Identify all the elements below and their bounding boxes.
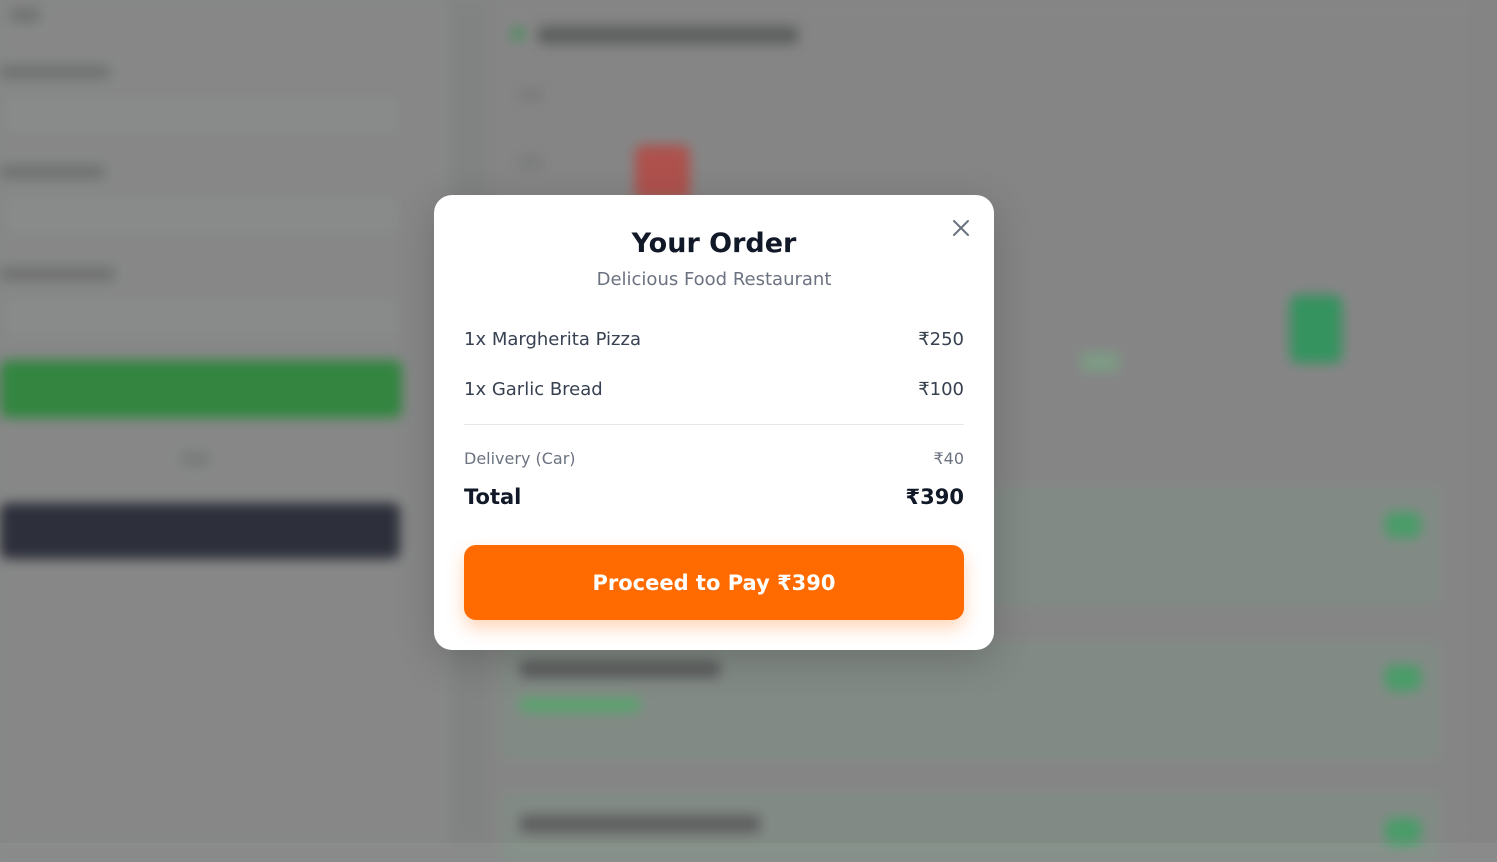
total-label: Total — [464, 485, 522, 509]
divider — [464, 424, 964, 425]
order-item-row: 1x Margherita Pizza ₹250 — [464, 329, 964, 350]
proceed-to-pay-button[interactable]: Proceed to Pay ₹390 — [464, 545, 964, 620]
total-row: Total ₹390 — [464, 485, 964, 509]
total-price: ₹390 — [905, 485, 964, 509]
order-item-row: 1x Garlic Bread ₹100 — [464, 379, 964, 400]
order-item-price: ₹100 — [918, 379, 964, 400]
order-item-price: ₹250 — [918, 329, 964, 350]
delivery-label: Delivery (Car) — [464, 449, 576, 468]
delivery-price: ₹40 — [933, 449, 964, 468]
restaurant-name: Delicious Food Restaurant — [596, 269, 832, 290]
modal-title: Your Order — [631, 228, 797, 259]
delivery-row: Delivery (Car) ₹40 — [464, 449, 964, 468]
order-item-label: 1x Margherita Pizza — [464, 329, 641, 350]
order-modal: Your Order Delicious Food Restaurant 1x … — [434, 195, 994, 650]
order-item-label: 1x Garlic Bread — [464, 379, 603, 400]
